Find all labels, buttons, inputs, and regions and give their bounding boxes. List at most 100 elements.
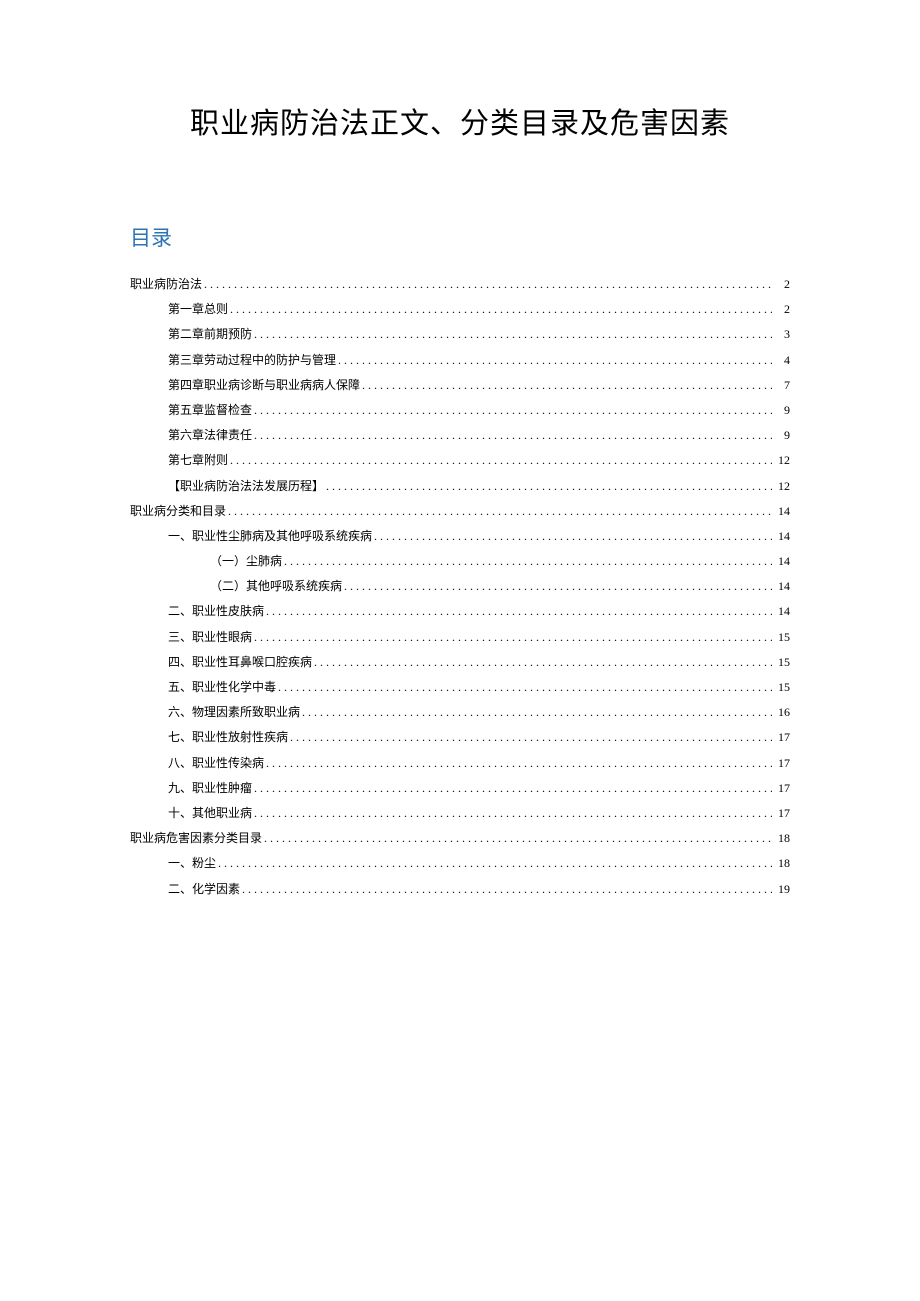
toc-entry[interactable]: 第六章法律责任 9 xyxy=(130,423,790,448)
toc-entry-page: 12 xyxy=(772,474,790,499)
toc-entry[interactable]: 九、职业性肿瘤 17 xyxy=(130,776,790,801)
toc-leader-dots xyxy=(254,625,772,650)
toc-entry[interactable]: 职业病危害因素分类目录 18 xyxy=(130,826,790,851)
toc-entry-page: 2 xyxy=(772,297,790,322)
toc-entry-text: 一、职业性尘肺病及其他呼吸系统疾病 xyxy=(168,524,374,549)
toc-entry-text: 【职业病防治法法发展历程】 xyxy=(168,474,326,499)
toc-entry-page: 19 xyxy=(772,877,790,902)
toc-entry-text: 十、其他职业病 xyxy=(168,801,254,826)
toc-entry-text: 三、职业性眼病 xyxy=(168,625,254,650)
toc-leader-dots xyxy=(326,474,772,499)
toc-entry-text: 九、职业性肿瘤 xyxy=(168,776,254,801)
toc-entry[interactable]: 三、职业性眼病 15 xyxy=(130,625,790,650)
toc-entry[interactable]: 【职业病防治法法发展历程】 12 xyxy=(130,474,790,499)
toc-entry[interactable]: 第一章总则 2 xyxy=(130,297,790,322)
toc-leader-dots xyxy=(344,574,772,599)
toc-entry-page: 12 xyxy=(772,448,790,473)
toc-entry[interactable]: 六、物理因素所致职业病 16 xyxy=(130,700,790,725)
toc-entry-text: 第三章劳动过程中的防护与管理 xyxy=(168,348,338,373)
toc-entry-text: 四、职业性耳鼻喉口腔疾病 xyxy=(168,650,314,675)
toc-entry[interactable]: 第二章前期预防 3 xyxy=(130,322,790,347)
toc-entry-text: 六、物理因素所致职业病 xyxy=(168,700,302,725)
toc-leader-dots xyxy=(228,499,772,524)
toc-leader-dots xyxy=(314,650,772,675)
toc-entry-page: 14 xyxy=(772,574,790,599)
page-content: 职业病防治法正文、分类目录及危害因素 目录 职业病防治法2第一章总则2第二章前期… xyxy=(130,100,790,902)
toc-entry-page: 16 xyxy=(772,700,790,725)
toc-entry[interactable]: 第四章职业病诊断与职业病病人保障7 xyxy=(130,373,790,398)
toc-entry-page: 17 xyxy=(772,751,790,776)
toc-entry[interactable]: 五、职业性化学中毒 15 xyxy=(130,675,790,700)
toc-entry-page: 4 xyxy=(772,348,790,373)
toc-leader-dots xyxy=(374,524,772,549)
toc-leader-dots xyxy=(284,549,772,574)
toc-entry-page: 14 xyxy=(772,499,790,524)
toc-leader-dots xyxy=(254,398,772,423)
toc-leader-dots xyxy=(230,297,772,322)
toc-entry[interactable]: 二、化学因素 19 xyxy=(130,877,790,902)
toc-entry-text: 第五章监督检查 xyxy=(168,398,254,423)
toc-entry-page: 15 xyxy=(772,625,790,650)
toc-entry-page: 17 xyxy=(772,801,790,826)
toc-entry-text: 二、职业性皮肤病 xyxy=(168,599,266,624)
toc-entry-text: 第四章职业病诊断与职业病病人保障 xyxy=(168,373,362,398)
toc-entry[interactable]: （一）尘肺病 14 xyxy=(130,549,790,574)
toc-entry[interactable]: 职业病分类和目录 14 xyxy=(130,499,790,524)
toc-leader-dots xyxy=(278,675,772,700)
toc-entry-page: 17 xyxy=(772,725,790,750)
toc-entry-text: （一）尘肺病 xyxy=(210,549,284,574)
toc-list: 职业病防治法2第一章总则2第二章前期预防3第三章劳动过程中的防护与管理4第四章职… xyxy=(130,272,790,902)
toc-leader-dots xyxy=(254,322,772,347)
toc-entry[interactable]: 四、职业性耳鼻喉口腔疾病 15 xyxy=(130,650,790,675)
toc-entry-text: 职业病危害因素分类目录 xyxy=(130,826,264,851)
toc-entry[interactable]: 第五章监督检查 9 xyxy=(130,398,790,423)
toc-entry-page: 15 xyxy=(772,675,790,700)
toc-entry-page: 14 xyxy=(772,599,790,624)
toc-entry[interactable]: 一、职业性尘肺病及其他呼吸系统疾病 14 xyxy=(130,524,790,549)
toc-entry-text: 二、化学因素 xyxy=(168,877,242,902)
toc-entry-page: 17 xyxy=(772,776,790,801)
toc-leader-dots xyxy=(264,826,772,851)
toc-entry-page: 2 xyxy=(772,272,790,297)
toc-leader-dots xyxy=(338,348,772,373)
toc-entry-page: 9 xyxy=(772,398,790,423)
toc-entry-page: 15 xyxy=(772,650,790,675)
toc-leader-dots xyxy=(230,448,772,473)
toc-leader-dots xyxy=(302,700,772,725)
toc-entry[interactable]: 一、粉尘 18 xyxy=(130,851,790,876)
toc-leader-dots xyxy=(362,373,772,398)
toc-entry-text: 八、职业性传染病 xyxy=(168,751,266,776)
toc-entry[interactable]: 十、其他职业病 17 xyxy=(130,801,790,826)
toc-entry[interactable]: （二）其他呼吸系统疾病 14 xyxy=(130,574,790,599)
toc-entry-page: 3 xyxy=(772,322,790,347)
toc-leader-dots xyxy=(254,423,772,448)
toc-leader-dots xyxy=(204,272,772,297)
toc-entry-text: （二）其他呼吸系统疾病 xyxy=(210,574,344,599)
toc-leader-dots xyxy=(290,725,772,750)
toc-entry-page: 14 xyxy=(772,524,790,549)
toc-entry-text: 第七章附则 xyxy=(168,448,230,473)
toc-entry-text: 第二章前期预防 xyxy=(168,322,254,347)
toc-leader-dots xyxy=(254,801,772,826)
toc-entry-page: 18 xyxy=(772,851,790,876)
toc-entry-text: 第一章总则 xyxy=(168,297,230,322)
toc-entry-text: 职业病分类和目录 xyxy=(130,499,228,524)
toc-entry-text: 第六章法律责任 xyxy=(168,423,254,448)
document-title: 职业病防治法正文、分类目录及危害因素 xyxy=(130,100,790,142)
toc-entry[interactable]: 第七章附则 12 xyxy=(130,448,790,473)
toc-leader-dots xyxy=(266,751,772,776)
toc-leader-dots xyxy=(242,877,772,902)
toc-heading: 目录 xyxy=(130,222,790,252)
toc-entry-text: 一、粉尘 xyxy=(168,851,218,876)
toc-leader-dots xyxy=(218,851,772,876)
toc-entry-page: 9 xyxy=(772,423,790,448)
toc-entry[interactable]: 第三章劳动过程中的防护与管理 4 xyxy=(130,348,790,373)
toc-entry[interactable]: 职业病防治法2 xyxy=(130,272,790,297)
toc-leader-dots xyxy=(266,599,772,624)
toc-entry-page: 14 xyxy=(772,549,790,574)
toc-entry-text: 五、职业性化学中毒 xyxy=(168,675,278,700)
toc-entry[interactable]: 二、职业性皮肤病 14 xyxy=(130,599,790,624)
toc-entry[interactable]: 七、职业性放射性疾病17 xyxy=(130,725,790,750)
toc-entry-page: 18 xyxy=(772,826,790,851)
toc-entry[interactable]: 八、职业性传染病 17 xyxy=(130,751,790,776)
